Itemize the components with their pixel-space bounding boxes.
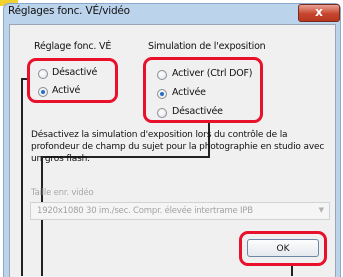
- description-line-1: Désactivez la simulation d'exposition lo…: [31, 130, 288, 140]
- video-size-label: Taille enr. vidéo: [31, 188, 94, 198]
- radio-live-view-enabled[interactable]: [38, 87, 48, 97]
- option-live-view-disabled-label: Désactivé: [52, 67, 98, 78]
- close-button[interactable]: x: [298, 4, 340, 22]
- radio-exposure-sim-dof[interactable]: [157, 70, 167, 80]
- option-exposure-sim-enabled-label: Activée: [172, 87, 206, 98]
- option-live-view-enabled-label: Activé: [52, 85, 81, 96]
- option-exposure-sim-disabled-label: Désactivée: [172, 106, 223, 117]
- chevron-down-icon: ▼: [318, 206, 324, 214]
- radio-exposure-sim-disabled[interactable]: [157, 108, 167, 118]
- description-line-3: un gros flash.: [31, 154, 90, 164]
- callout-line-left: [21, 78, 23, 276]
- description-line-2: profondeur de champ du sujet pour la pho…: [31, 142, 325, 152]
- video-size-value: 1920x1080 30 im./sec. Compr. élevée inte…: [37, 206, 253, 216]
- live-view-function-label: Réglage fonc. VÉ: [34, 41, 112, 52]
- option-exposure-sim-dof-label: Activer (Ctrl DOF): [172, 68, 253, 79]
- radio-exposure-sim-enabled[interactable]: [157, 89, 167, 99]
- radio-live-view-disabled[interactable]: [38, 69, 48, 79]
- callout-line-ok: [291, 266, 293, 276]
- ok-button[interactable]: OK: [247, 239, 319, 257]
- video-size-dropdown[interactable]: 1920x1080 30 im./sec. Compr. élevée inte…: [30, 202, 330, 220]
- exposure-simulation-description: Désactivez la simulation d'exposition lo…: [31, 129, 336, 165]
- exposure-simulation-label: Simulation de l'exposition: [148, 41, 266, 52]
- window-title: Réglages fonc. VÉ/vidéo: [8, 5, 130, 17]
